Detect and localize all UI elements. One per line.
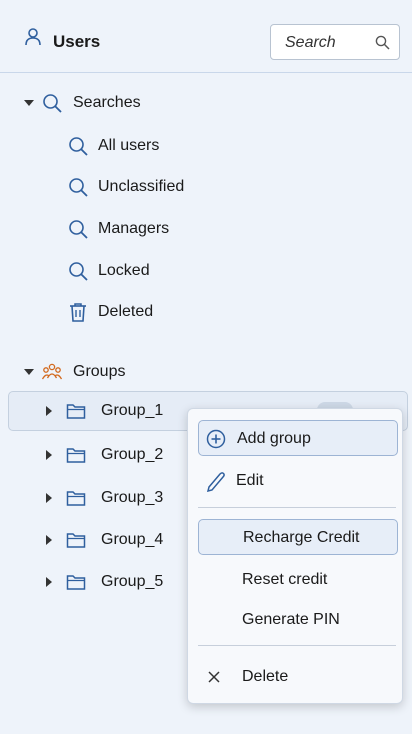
menu-item-delete[interactable]: Delete <box>198 659 398 695</box>
group-label: Group_4 <box>101 531 164 548</box>
menu-item-label: Recharge Credit <box>243 529 360 546</box>
tree-node-searches[interactable]: Searches <box>0 88 412 118</box>
context-menu: Add group Edit Recharge Credit Reset cre… <box>187 408 403 704</box>
search-item-managers[interactable]: Managers <box>0 214 412 244</box>
search-icon <box>43 94 62 113</box>
tree-node-label: Groups <box>73 363 126 380</box>
search-icon <box>375 35 390 50</box>
tree-node-groups[interactable]: Groups <box>0 357 412 387</box>
caret-right-icon[interactable] <box>44 577 54 587</box>
search-item-unclassified[interactable]: Unclassified <box>0 172 412 202</box>
caret-right-icon[interactable] <box>44 406 54 416</box>
panel-header: Users Search <box>0 0 412 73</box>
search-placeholder: Search <box>285 34 336 51</box>
search-icon <box>69 137 88 156</box>
user-icon <box>25 28 41 46</box>
group-label: Group_5 <box>101 573 164 590</box>
caret-down-icon[interactable] <box>24 98 34 108</box>
menu-item-add-group[interactable]: Add group <box>198 420 398 456</box>
search-icon <box>69 262 88 281</box>
search-item-label: Unclassified <box>98 178 185 195</box>
caret-right-icon[interactable] <box>44 535 54 545</box>
group-item-3[interactable]: Group_3 <box>0 483 190 513</box>
menu-item-generate-pin[interactable]: Generate PIN <box>198 602 398 638</box>
menu-item-label: Delete <box>242 668 289 685</box>
caret-down-icon[interactable] <box>24 367 34 377</box>
search-item-label: Managers <box>98 220 170 237</box>
search-item-locked[interactable]: Locked <box>0 256 412 286</box>
menu-item-label: Add group <box>237 430 311 447</box>
search-input[interactable]: Search <box>270 24 400 60</box>
group-item-1[interactable]: Group_1 <box>0 396 190 426</box>
search-icon <box>69 178 88 197</box>
menu-separator <box>198 507 396 508</box>
search-item-label: Locked <box>98 262 150 279</box>
menu-item-label: Generate PIN <box>242 611 340 628</box>
folder-icon <box>66 575 86 590</box>
search-item-all-users[interactable]: All users <box>0 131 412 161</box>
menu-item-label: Edit <box>236 472 264 489</box>
folder-icon <box>66 448 86 463</box>
page-title: Users <box>53 32 101 51</box>
folder-icon <box>66 404 86 419</box>
caret-right-icon[interactable] <box>44 493 54 503</box>
folder-icon <box>66 533 86 548</box>
group-label: Group_2 <box>101 446 164 463</box>
menu-item-recharge-credit[interactable]: Recharge Credit <box>198 519 398 555</box>
menu-item-label: Reset credit <box>242 571 328 588</box>
search-item-deleted[interactable]: Deleted <box>0 297 412 327</box>
tree-node-label: Searches <box>73 94 141 111</box>
menu-item-reset-credit[interactable]: Reset credit <box>198 562 398 598</box>
plus-circle-icon <box>206 429 226 449</box>
caret-right-icon[interactable] <box>44 450 54 460</box>
menu-item-edit[interactable]: Edit <box>198 463 398 499</box>
search-item-label: All users <box>98 137 160 154</box>
search-item-label: Deleted <box>98 303 154 320</box>
group-item-2[interactable]: Group_2 <box>0 440 190 470</box>
close-icon <box>208 671 220 683</box>
group-item-5[interactable]: Group_5 <box>0 567 190 597</box>
group-label: Group_3 <box>101 489 164 506</box>
pencil-icon <box>206 472 225 492</box>
group-label: Group_1 <box>101 402 164 419</box>
trash-icon <box>70 303 86 322</box>
group-item-4[interactable]: Group_4 <box>0 525 190 555</box>
search-icon <box>69 220 88 239</box>
folder-icon <box>66 491 86 506</box>
people-icon <box>42 363 62 380</box>
menu-separator <box>198 645 396 646</box>
